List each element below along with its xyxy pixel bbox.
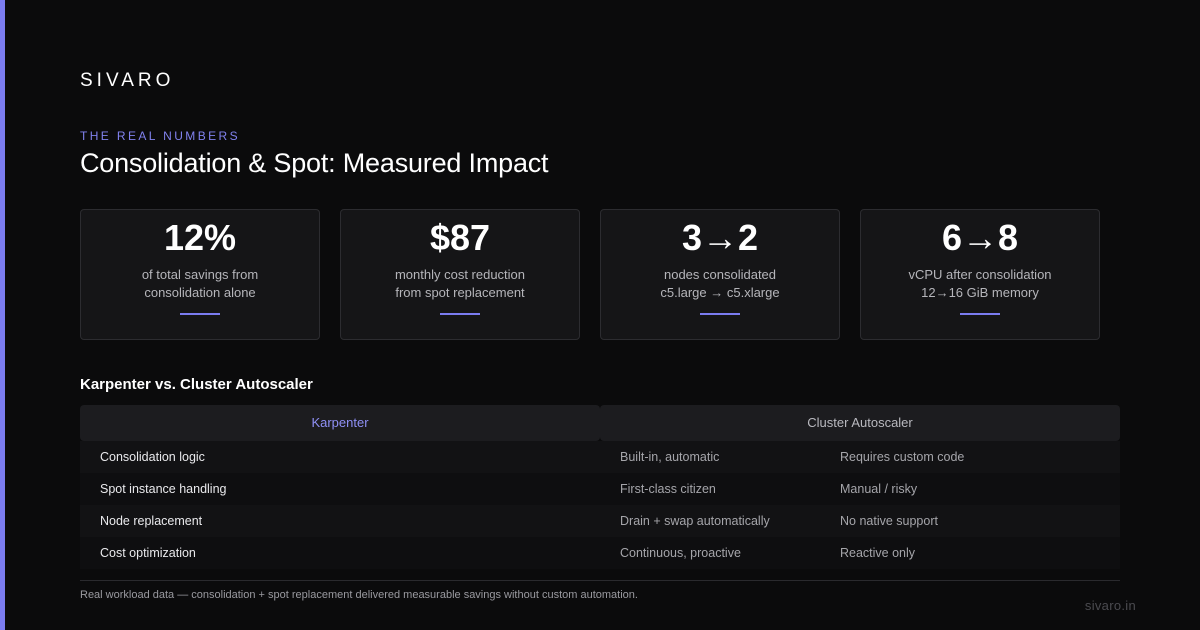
stat-label: vCPU after consolidation 12→16 GiB memor…	[861, 266, 1099, 302]
stat-label-line: vCPU after consolidation	[908, 267, 1052, 282]
stat-card-nodes: 3→2 nodes consolidated c5.large → c5.xla…	[600, 209, 840, 340]
table-row: Spot instance handling First-class citiz…	[80, 473, 1120, 505]
stat-label: of total savings from consolidation alon…	[81, 266, 319, 302]
stat-value: $87	[429, 217, 491, 258]
stat-label: monthly cost reduction from spot replace…	[341, 266, 579, 302]
table-row: Consolidation logic Built-in, automatic …	[80, 441, 1120, 473]
stat-label-line: nodes consolidated	[663, 267, 777, 282]
row-karpenter-value: First-class citizen	[620, 482, 716, 496]
stat-label-line: c5.large → c5.xlarge	[660, 285, 780, 300]
row-ca-value: Manual / risky	[840, 482, 918, 496]
table-row: Cost optimization Continuous, proactive …	[80, 537, 1120, 569]
comparison-heading: Karpenter vs. Cluster Autoscaler	[80, 376, 313, 393]
row-feature: Cost optimization	[100, 546, 196, 560]
stat-card-cost-reduction: $87 monthly cost reduction from spot rep…	[340, 209, 580, 340]
row-karpenter-value: Drain + swap automatically	[620, 514, 770, 528]
stat-card-vcpu: 6→8 vCPU after consolidation 12→16 GiB m…	[860, 209, 1100, 340]
page-title: Consolidation & Spot: Measured Impact	[80, 148, 549, 178]
column-header-karpenter: Karpenter	[80, 405, 600, 441]
row-karpenter-value: Continuous, proactive	[620, 546, 741, 560]
stat-value: 12%	[163, 217, 237, 258]
table-header: Karpenter Cluster Autoscaler	[80, 405, 1120, 441]
footer-divider	[80, 580, 1120, 581]
stat-underline	[960, 313, 1000, 315]
stat-value: 6→8	[941, 217, 1019, 258]
site-url: sivaro.in	[1084, 598, 1136, 613]
row-ca-value: No native support	[840, 514, 938, 528]
stats-row: 12% of total savings from consolidation …	[80, 209, 1100, 340]
stat-card-savings: 12% of total savings from consolidation …	[80, 209, 320, 340]
row-karpenter-value: Built-in, automatic	[620, 450, 720, 464]
left-accent-bar	[0, 0, 5, 630]
row-feature: Node replacement	[100, 514, 203, 528]
brand-logo: SIVARO	[80, 70, 175, 91]
footnote: Real workload data — consolidation + spo…	[80, 589, 638, 601]
stat-value: 3→2	[681, 217, 759, 258]
stat-label-line: from spot replacement	[395, 285, 525, 300]
stat-underline	[180, 313, 220, 315]
row-feature: Spot instance handling	[100, 482, 227, 496]
table-row: Node replacement Drain + swap automatica…	[80, 505, 1120, 537]
eyebrow-label: THE REAL NUMBERS	[80, 129, 240, 143]
row-feature: Consolidation logic	[100, 450, 205, 464]
stat-label-line: 12→16 GiB memory	[921, 285, 1039, 300]
stat-label: nodes consolidated c5.large → c5.xlarge	[601, 266, 839, 302]
stat-label-line: consolidation alone	[144, 285, 256, 300]
stat-label-line: of total savings from	[141, 267, 259, 282]
stat-underline	[440, 313, 480, 315]
column-header-cluster-autoscaler: Cluster Autoscaler	[600, 405, 1120, 441]
stat-label-line: monthly cost reduction	[394, 267, 526, 282]
row-ca-value: Reactive only	[840, 546, 916, 560]
stat-underline	[700, 313, 740, 315]
comparison-table: Karpenter Cluster Autoscaler Consolidati…	[80, 405, 1120, 569]
row-ca-value: Requires custom code	[840, 450, 965, 464]
